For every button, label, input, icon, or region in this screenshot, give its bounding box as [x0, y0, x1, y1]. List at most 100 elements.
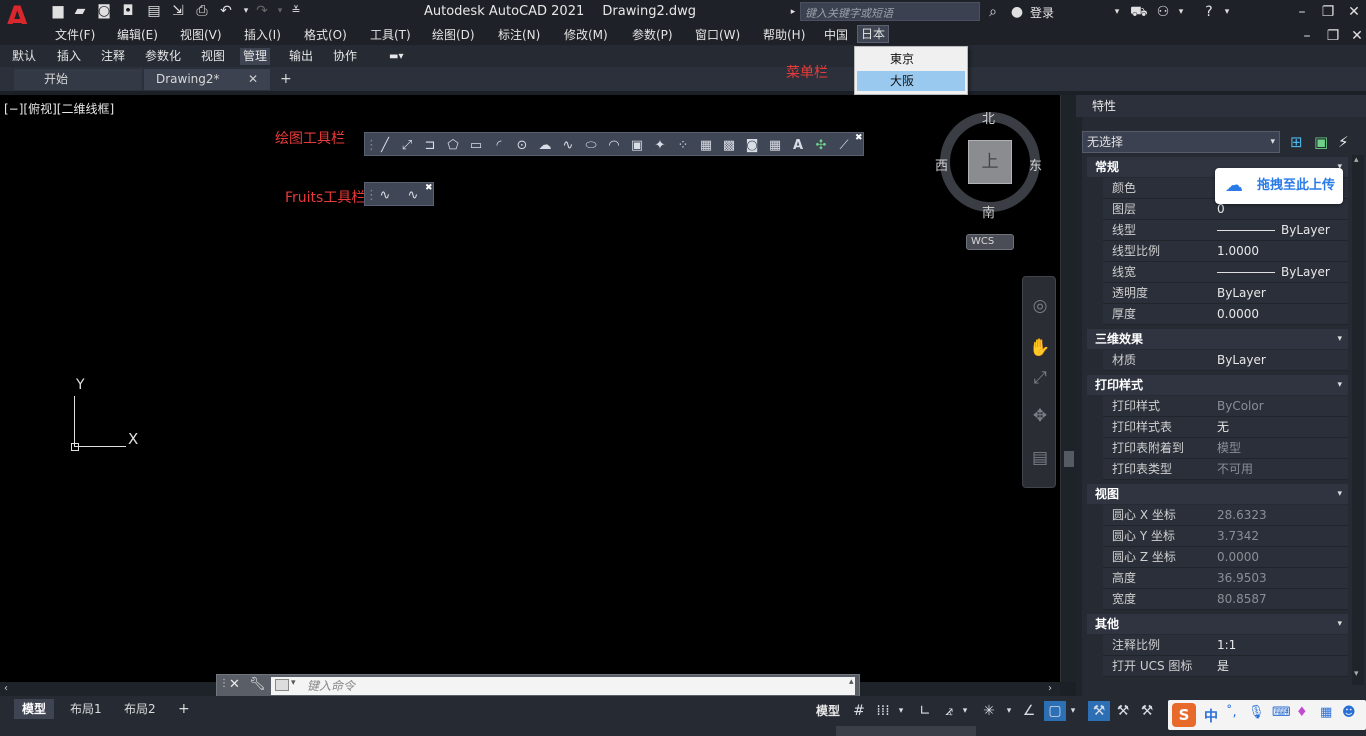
property-value[interactable]: ByColor	[1217, 396, 1264, 417]
menu-window[interactable]: 窗口(W)	[695, 27, 740, 43]
property-value[interactable]: ByLayer	[1281, 223, 1330, 237]
customize-icon[interactable]: ≚	[288, 3, 304, 19]
redo-icon[interactable]: ↷	[254, 3, 270, 19]
zoom-extents-icon[interactable]: ⤢	[1029, 367, 1051, 389]
ribbon-options-icon[interactable]: ▬▾	[386, 48, 414, 65]
add-layout-icon[interactable]: +	[170, 699, 198, 719]
undo-dropdown-icon[interactable]: ▾	[238, 3, 254, 19]
tab-close-icon[interactable]: ✕	[248, 69, 258, 90]
property-value[interactable]: 模型	[1217, 438, 1241, 459]
multiline-text-icon[interactable]: A	[788, 136, 808, 156]
upload-drop-button[interactable]: ☁ 拖拽至此上传	[1215, 168, 1343, 204]
ellipse-arc-icon[interactable]: ◠	[604, 136, 624, 156]
property-value[interactable]: 36.9503	[1217, 568, 1267, 589]
property-row[interactable]: 线型比例 1.0000	[1087, 241, 1348, 262]
property-row[interactable]: 圆心 Z 坐标 0.0000	[1087, 547, 1348, 568]
menu-draw[interactable]: 绘图(D)	[432, 27, 475, 43]
property-value[interactable]: 不可用	[1217, 459, 1253, 480]
property-section-header[interactable]: 视图 ▾	[1087, 484, 1348, 504]
user-icon[interactable]: ●	[1008, 3, 1026, 21]
fruits-tool-2-icon[interactable]: ∿	[403, 186, 423, 206]
new-icon[interactable]: ▆	[50, 3, 66, 19]
gradient-icon[interactable]: ▩	[719, 136, 739, 156]
keyboard-icon[interactable]: ⌨	[1272, 705, 1291, 720]
menu-help[interactable]: 帮助(H)	[763, 27, 805, 43]
login-dropdown-icon[interactable]: ▾	[1112, 3, 1122, 21]
menu-parametric[interactable]: 参数(P)	[632, 27, 673, 43]
customize-wrench-icon[interactable]: 🔧︎	[249, 677, 266, 692]
tab-annotate[interactable]: 注释	[98, 48, 128, 65]
a360-dropdown-icon[interactable]: ▾	[1176, 3, 1186, 21]
rectangle-icon[interactable]: ▭	[466, 136, 486, 156]
menu-china[interactable]: 中国	[824, 27, 848, 43]
compass-north[interactable]: 北	[982, 108, 995, 127]
scroll-right-icon[interactable]: ›	[1048, 683, 1052, 694]
menu-japan[interactable]: 日本	[857, 25, 890, 43]
palette-scrollbar[interactable]: ▴ ▾	[1352, 155, 1364, 685]
open-icon[interactable]: ▰	[72, 3, 88, 19]
steering-wheel-icon[interactable]: ◎	[1029, 295, 1051, 317]
property-value[interactable]: 1.0000	[1217, 241, 1259, 262]
property-row[interactable]: 宽度 80.8587	[1087, 589, 1348, 610]
polar-dropdown-icon[interactable]: ▾	[960, 701, 970, 721]
menu-item-tokyo[interactable]: 東京	[857, 49, 965, 69]
isodraft-dropdown-icon[interactable]: ▾	[1004, 701, 1014, 721]
command-close-icon[interactable]: ✕	[229, 677, 240, 692]
wcs-menu[interactable]: WCS	[966, 234, 1014, 250]
vertical-scroll-thumb[interactable]	[1064, 451, 1074, 467]
menu-tools[interactable]: 工具(T)	[370, 27, 411, 43]
property-value[interactable]: 3.7342	[1217, 526, 1259, 547]
property-row[interactable]: 圆心 Y 坐标 3.7342	[1087, 526, 1348, 547]
toolbox-icon[interactable]: ▦	[1320, 705, 1332, 720]
punctuation-icon[interactable]: ˚,	[1226, 705, 1237, 720]
doc-restore-icon[interactable]: ❐	[1326, 27, 1340, 45]
object-snap-icon[interactable]: ▢	[1044, 701, 1066, 721]
tab-parametric[interactable]: 参数化	[142, 48, 184, 65]
minimize-icon[interactable]: –	[1294, 3, 1310, 21]
property-row[interactable]: 打开 UCS 图标 是	[1087, 656, 1348, 677]
help-dropdown-icon[interactable]: ▾	[1222, 3, 1232, 21]
command-grip-icon[interactable]: ⋮	[219, 678, 229, 689]
toolbar-grip-icon[interactable]: ⋮	[365, 136, 378, 156]
tab-output[interactable]: 输出	[286, 48, 316, 65]
fruits-tool-1-icon[interactable]: ∿	[375, 186, 395, 206]
plot-icon[interactable]: ⎙	[194, 3, 210, 19]
toolbar-close-icon[interactable]: ✖	[855, 133, 863, 143]
property-section-header[interactable]: 三维效果 ▾	[1087, 329, 1348, 349]
property-row[interactable]: 圆心 X 坐标 28.6323	[1087, 505, 1348, 526]
polar-icon[interactable]: ⦨	[940, 701, 958, 721]
palette-scroll-up-icon[interactable]: ▴	[1354, 155, 1359, 165]
compass-south[interactable]: 南	[982, 202, 995, 221]
fruits-close-icon[interactable]: ✖	[425, 183, 433, 193]
property-value[interactable]: 0.0000	[1217, 304, 1259, 325]
tab-default[interactable]: 默认	[9, 48, 39, 65]
collapse-icon[interactable]: ▾	[1337, 484, 1342, 504]
hatch-icon[interactable]: ▦	[696, 136, 716, 156]
menu-view[interactable]: 视图(V)	[180, 27, 222, 43]
viewport-controls-label[interactable]: [−][俯视][二维线框]	[4, 100, 114, 117]
property-row[interactable]: 注释比例 1:1	[1087, 635, 1348, 656]
object-snap-dropdown-icon[interactable]: ▾	[1068, 701, 1078, 721]
snap-dropdown-icon[interactable]: ▾	[896, 701, 906, 721]
property-value[interactable]: ByLayer	[1217, 283, 1266, 304]
command-dropdown-icon[interactable]: ▾	[291, 678, 296, 688]
command-history-icon[interactable]	[275, 679, 289, 691]
property-row[interactable]: 厚度 0.0000	[1087, 304, 1348, 325]
property-row[interactable]: 打印表类型 不可用	[1087, 459, 1348, 480]
save-as-icon[interactable]: ◘	[120, 3, 136, 19]
annotation-autoscale-icon[interactable]: ⚒	[1114, 701, 1132, 721]
insert-block-icon[interactable]: ▣	[627, 136, 647, 156]
showmotion-icon[interactable]: ▤	[1029, 447, 1051, 469]
add-selected-icon[interactable]: ✣	[811, 136, 831, 156]
construction-line-icon[interactable]: ⤢	[397, 136, 417, 156]
collapse-icon[interactable]: ▾	[1337, 329, 1342, 349]
grid-icon[interactable]: #	[850, 701, 868, 721]
ime-menu-icon[interactable]: ☻	[1342, 705, 1356, 720]
isodraft-icon[interactable]: ✳	[980, 701, 998, 721]
property-value[interactable]: 无	[1217, 417, 1229, 438]
share-icon[interactable]: ⇲	[170, 3, 186, 19]
property-value[interactable]: ByLayer	[1281, 265, 1330, 279]
model-space-toggle[interactable]: 模型	[816, 702, 840, 719]
palette-scroll-down-icon[interactable]: ▾	[1354, 669, 1359, 679]
property-value[interactable]: ByLayer	[1217, 350, 1266, 371]
